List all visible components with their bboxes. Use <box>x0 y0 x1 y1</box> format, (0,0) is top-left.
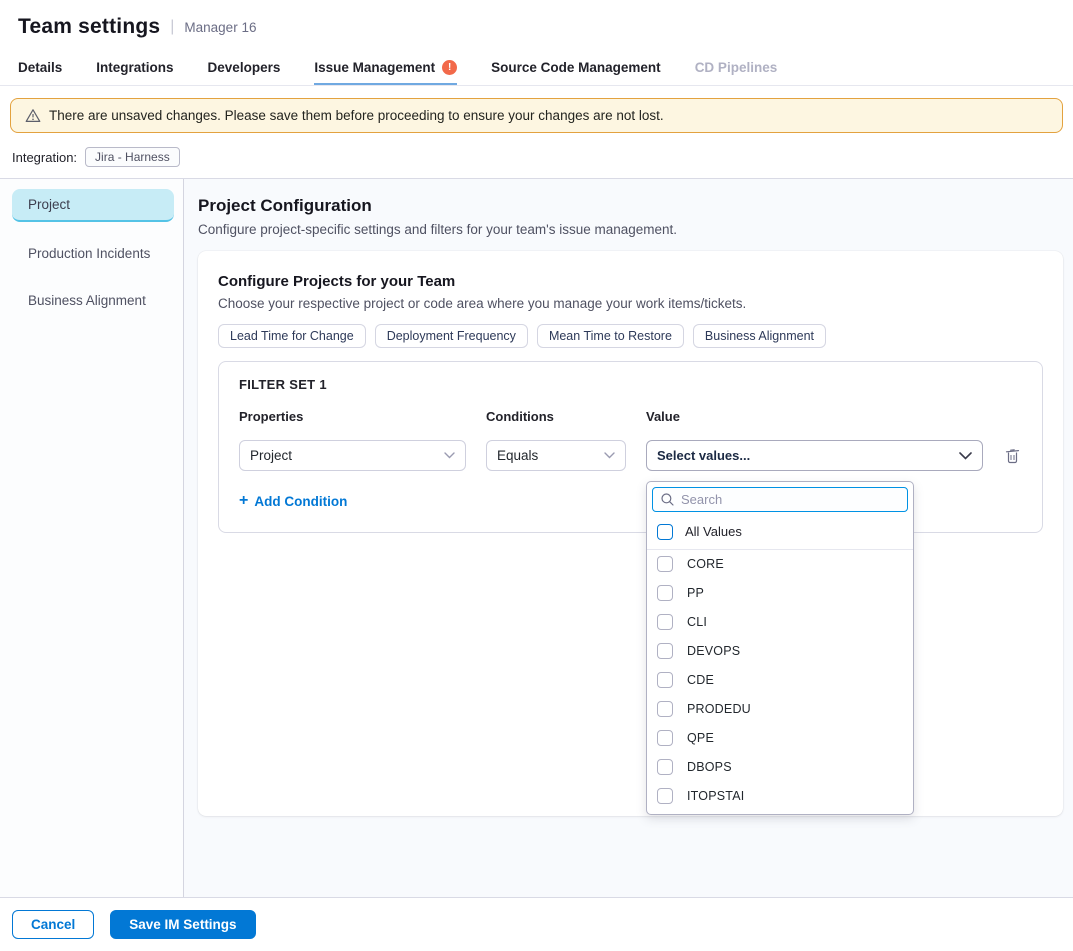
chip-lead-time-for-change[interactable]: Lead Time for Change <box>218 324 366 348</box>
trash-icon <box>1005 448 1020 464</box>
option-pipe[interactable]: PIPE <box>647 811 913 814</box>
checkbox-all-values[interactable] <box>657 524 673 540</box>
integration-chip[interactable]: Jira - Harness <box>85 147 180 167</box>
configure-projects-card: Configure Projects for your Team Choose … <box>198 251 1063 816</box>
chevron-down-icon <box>959 452 972 460</box>
tab-source-code-management[interactable]: Source Code Management <box>491 51 661 85</box>
properties-select[interactable]: Project <box>239 440 466 471</box>
filter-condition-row: Project Equals Select values... <box>239 440 1022 471</box>
warning-triangle-icon <box>25 108 41 123</box>
sidebar-item-production-incidents[interactable]: Production Incidents <box>12 238 174 269</box>
option-itopstai[interactable]: ITOPSTAI <box>647 782 913 811</box>
checkbox[interactable] <box>657 788 673 804</box>
filter-column-headers: Properties Conditions Value <box>239 409 1022 424</box>
checkbox[interactable] <box>657 643 673 659</box>
value-multiselect[interactable]: Select values... <box>646 440 983 471</box>
option-qpe[interactable]: QPE <box>647 724 913 753</box>
section-title: Project Configuration <box>198 196 1063 216</box>
sidebar-item-project[interactable]: Project <box>12 189 174 222</box>
banner-container: There are unsaved changes. Please save t… <box>0 86 1073 135</box>
content-area: Project Production Incidents Business Al… <box>0 179 1073 897</box>
main-panel: Project Configuration Configure project-… <box>184 179 1073 897</box>
column-label-value: Value <box>646 409 983 424</box>
unsaved-warning-badge-icon: ! <box>442 60 457 75</box>
plus-icon: + <box>239 493 248 509</box>
delete-condition-button[interactable] <box>1003 446 1022 466</box>
save-im-settings-button[interactable]: Save IM Settings <box>110 910 255 939</box>
card-title: Configure Projects for your Team <box>218 273 1043 290</box>
checkbox[interactable] <box>657 614 673 630</box>
dropdown-options-list[interactable]: CORE PP CLI <box>647 550 913 814</box>
team-name-label: Manager 16 <box>184 20 256 35</box>
option-dbops[interactable]: DBOPS <box>647 753 913 782</box>
column-label-conditions: Conditions <box>486 409 626 424</box>
search-icon <box>661 493 674 506</box>
tab-issue-management[interactable]: Issue Management ! <box>314 51 457 85</box>
option-cli[interactable]: CLI <box>647 608 913 637</box>
add-condition-button[interactable]: + Add Condition <box>239 493 347 509</box>
page-title: Team settings <box>18 15 160 39</box>
card-subtitle: Choose your respective project or code a… <box>218 296 1043 311</box>
tab-details[interactable]: Details <box>18 51 62 85</box>
option-prodedu[interactable]: PRODEDU <box>647 695 913 724</box>
checkbox[interactable] <box>657 730 673 746</box>
dropdown-search-box[interactable] <box>652 487 908 512</box>
checkbox[interactable] <box>657 759 673 775</box>
dropdown-search-input[interactable] <box>681 492 899 507</box>
section-subtitle: Configure project-specific settings and … <box>198 222 1063 237</box>
chip-mean-time-to-restore[interactable]: Mean Time to Restore <box>537 324 684 348</box>
unsaved-changes-message: There are unsaved changes. Please save t… <box>49 108 664 123</box>
checkbox[interactable] <box>657 556 673 572</box>
integration-row: Integration: Jira - Harness <box>0 135 1073 178</box>
integration-label: Integration: <box>12 150 77 165</box>
tab-developers[interactable]: Developers <box>208 51 281 85</box>
chevron-down-icon <box>444 452 455 459</box>
chevron-down-icon <box>604 452 615 459</box>
filter-set-1: FILTER SET 1 Properties Conditions Value… <box>218 361 1043 533</box>
option-devops[interactable]: DEVOPS <box>647 637 913 666</box>
chip-business-alignment[interactable]: Business Alignment <box>693 324 826 348</box>
checkbox[interactable] <box>657 585 673 601</box>
sidebar-item-business-alignment[interactable]: Business Alignment <box>12 285 174 316</box>
option-cde[interactable]: CDE <box>647 666 913 695</box>
unsaved-changes-banner: There are unsaved changes. Please save t… <box>10 98 1063 133</box>
im-sidebar: Project Production Incidents Business Al… <box>0 179 184 897</box>
metric-chips-row: Lead Time for Change Deployment Frequenc… <box>218 324 1043 348</box>
column-label-properties: Properties <box>239 409 466 424</box>
footer-action-bar: Cancel Save IM Settings <box>0 897 1073 951</box>
checkbox[interactable] <box>657 672 673 688</box>
title-separator: | <box>170 18 174 36</box>
tab-integrations[interactable]: Integrations <box>96 51 173 85</box>
option-pp[interactable]: PP <box>647 579 913 608</box>
cancel-button[interactable]: Cancel <box>12 910 94 939</box>
select-all-values-option[interactable]: All Values <box>647 516 913 550</box>
settings-tab-bar: Details Integrations Developers Issue Ma… <box>0 51 1073 86</box>
chip-deployment-frequency[interactable]: Deployment Frequency <box>375 324 528 348</box>
value-dropdown-popover: All Values CORE PP <box>646 481 914 815</box>
checkbox[interactable] <box>657 701 673 717</box>
conditions-select[interactable]: Equals <box>486 440 626 471</box>
tab-cd-pipelines: CD Pipelines <box>695 51 778 85</box>
app-header: Team settings | Manager 16 <box>0 0 1073 51</box>
filter-set-title: FILTER SET 1 <box>239 377 1022 392</box>
option-core[interactable]: CORE <box>647 550 913 579</box>
